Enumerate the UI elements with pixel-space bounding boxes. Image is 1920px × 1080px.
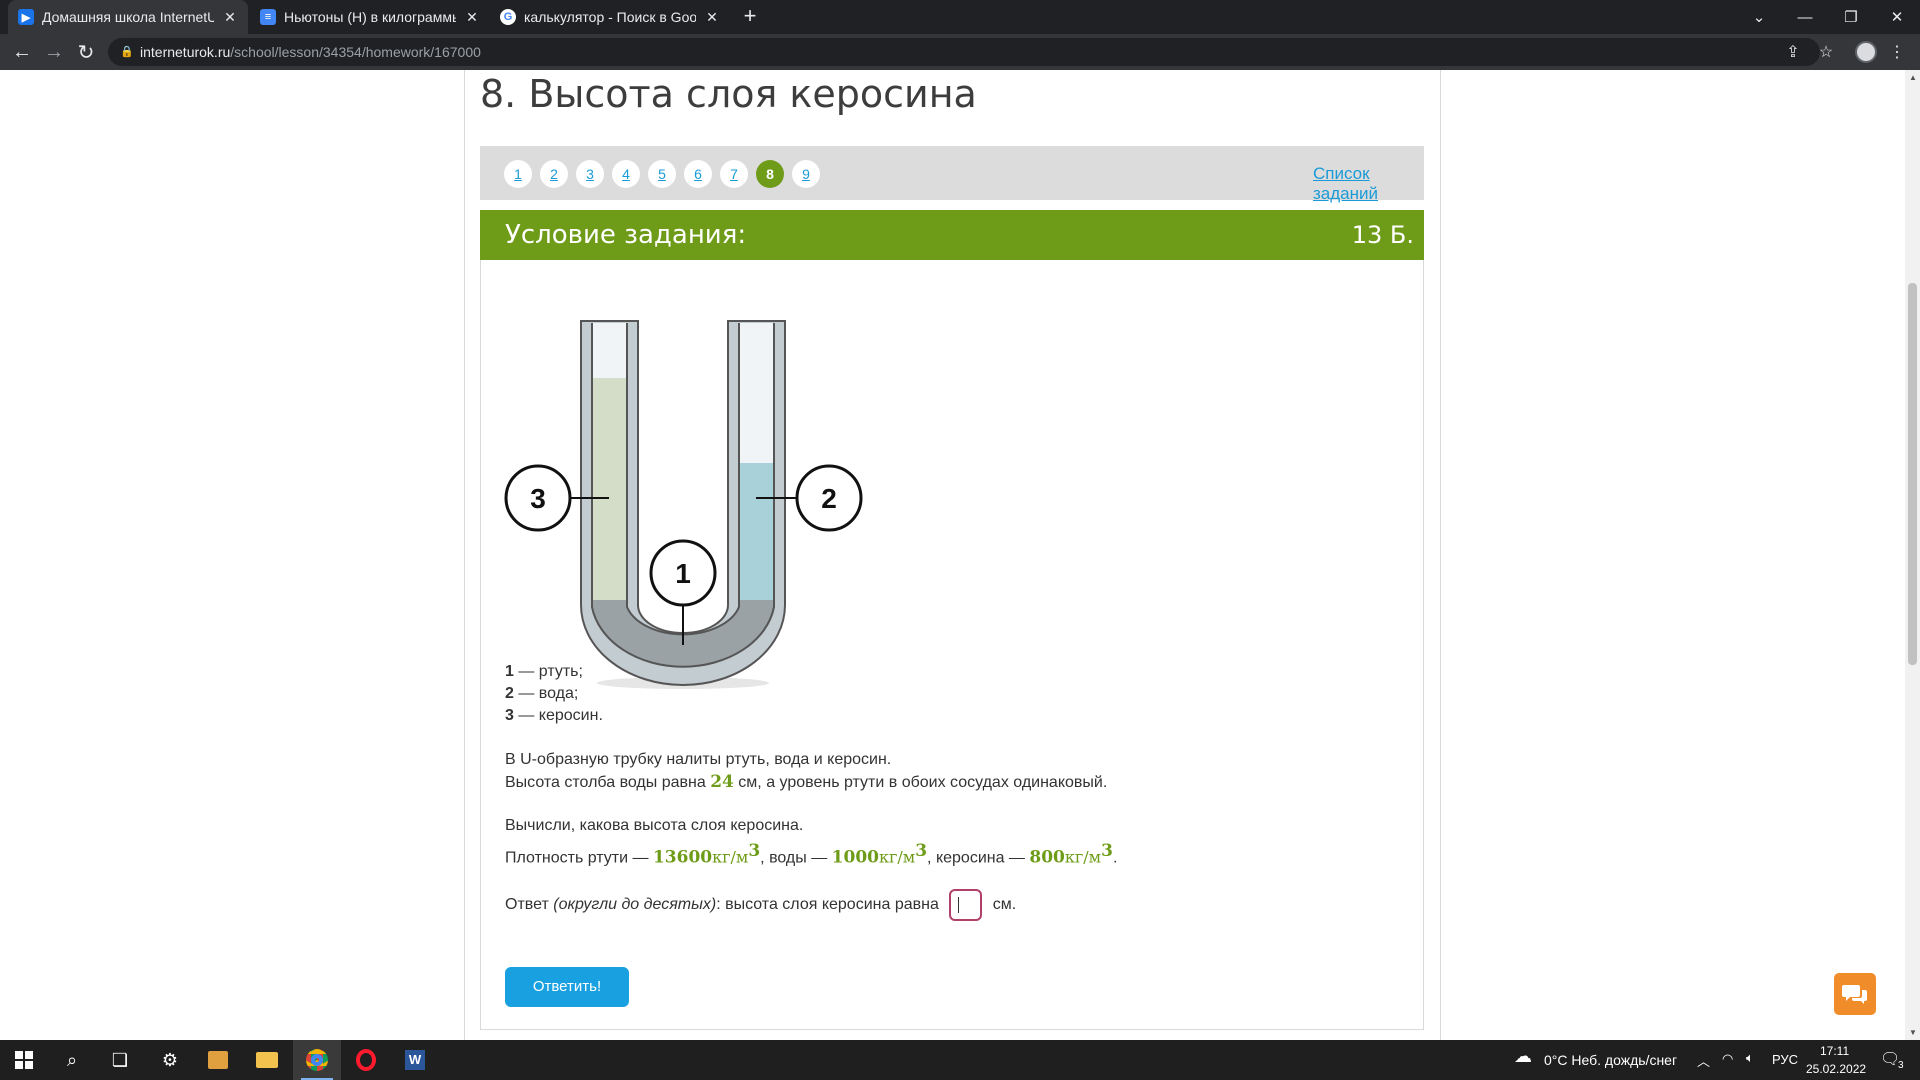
problem-paragraph-2: Вычисли, какова высота слоя керосина. Пл… [505,815,1117,869]
legend-item: 2 — вода; [505,685,579,702]
kerosene-column [592,378,627,600]
kerosene-density: 800 [1029,847,1065,868]
answer-input[interactable] [949,888,983,921]
scroll-up-icon[interactable]: ▲ [1909,73,1917,82]
points-badge: 13 Б. [1351,221,1414,249]
scroll-down-icon[interactable]: ▼ [1909,1028,1917,1037]
browser-tabbar: ▶ Домашняя школа InternetUrok.ru ✕ ≡ Нью… [0,0,1920,34]
profile-avatar[interactable] [1855,41,1877,63]
media-player-icon[interactable] [194,1040,242,1080]
back-icon[interactable]: ← [6,34,38,70]
left-empty [592,323,627,378]
bookmark-star-icon[interactable]: ☆ [1814,40,1838,64]
diagram-label-1: 1 [675,558,691,589]
url-host: interneturok.ru [140,44,231,60]
show-hidden-icons-icon[interactable]: ︿ [1697,1051,1710,1070]
document-favicon-icon: ≡ [260,9,276,25]
problem-text: Высота столба воды равна 24 см, а уровен… [505,772,1108,792]
address-bar[interactable]: 🔒 interneturok.ru/school/lesson/34354/ho… [108,38,1820,66]
clock-date[interactable]: 25.02.2022 [1806,1062,1866,1076]
answer-unit: см. [992,896,1017,913]
browser-tab-newtons[interactable]: ≡ Ньютоны (Н) в килограммы (кг) ✕ [250,0,490,34]
search-icon[interactable]: ⌕ [48,1040,96,1080]
page-scrollbar[interactable]: ▲ ▼ [1905,70,1920,1040]
diagram-label-3: 3 [530,483,546,514]
mercury-density: 13600 [652,847,713,868]
word-icon[interactable]: W [391,1040,439,1080]
close-tab-icon[interactable]: ✕ [222,9,238,26]
forward-icon[interactable]: → [38,34,70,70]
weather-text[interactable]: 0°C Неб. дождь/снег [1544,1052,1677,1068]
page-link-3[interactable]: 3 [576,160,604,188]
page-link-2[interactable]: 2 [540,160,568,188]
browser-toolbar: ← → ↻ 🔒 interneturok.ru/school/lesson/34… [0,34,1920,70]
menu-dots-icon[interactable]: ⋮ [1885,40,1909,64]
clock-time[interactable]: 17:11 [1820,1044,1849,1058]
chat-bubbles-icon [1842,985,1867,1004]
tab-title: Домашняя школа InternetUrok.ru [42,9,214,25]
windows-start-icon[interactable] [0,1040,48,1080]
page-link-5[interactable]: 5 [648,160,676,188]
condition-title: Условие задания: [505,220,747,250]
legend-item: 1 — ртуть; [505,663,583,680]
scroll-thumb[interactable] [1908,283,1917,665]
browser-tab-interneturok[interactable]: ▶ Домашняя школа InternetUrok.ru ✕ [8,0,248,34]
water-density: 1000 [831,847,879,868]
tab-search-chevron-icon[interactable]: ⌄ [1736,0,1782,34]
page-title: 8. Высота слоя керосина [480,72,977,116]
legend: 1 — ртуть; 2 — вода; 3 — керосин. [505,661,603,727]
lock-icon: 🔒 [120,46,134,58]
page-link-4[interactable]: 4 [612,160,640,188]
problem-paragraph-1: В U-образную трубку налиты ртуть, вода и… [505,749,1107,794]
volume-icon[interactable]: 🔈︎ [1746,1050,1754,1066]
page-link-7[interactable]: 7 [720,160,748,188]
close-tab-icon[interactable]: ✕ [704,9,720,26]
new-tab-icon[interactable]: + [737,4,763,30]
settings-gear-icon[interactable]: ⚙ [146,1040,194,1080]
chrome-taskbar-icon[interactable] [293,1040,341,1080]
problem-text: В U-образную трубку налиты ртуть, вода и… [505,751,892,768]
task-view-icon[interactable]: ❏ [96,1040,144,1080]
file-explorer-icon[interactable] [243,1040,291,1080]
share-icon[interactable]: ⇪ [1781,40,1805,64]
page-link-8-current[interactable]: 8 [756,160,784,188]
condition-header: Условие задания: 13 Б. [480,210,1424,260]
interneturok-favicon-icon: ▶ [18,9,34,25]
close-window-icon[interactable]: ✕ [1874,0,1920,34]
density-line: Плотность ртути — 13600кг/м3, воды — 100… [505,841,1118,868]
right-empty [739,323,774,463]
windows-taskbar: ⌕ ❏ ⚙ W ☁ 0°C Неб. дождь/снег ︿ ◠ 🔈︎ РУС… [0,1040,1920,1080]
tab-title: Ньютоны (Н) в килограммы (кг) [284,9,456,25]
task-pager: 1 2 3 4 5 6 7 8 9 Список заданий [480,146,1424,203]
close-tab-icon[interactable]: ✕ [464,9,480,26]
minimize-icon[interactable]: — [1782,0,1828,34]
weather-icon[interactable]: ☁ [1514,1046,1532,1067]
legend-item: 3 — керосин. [505,707,603,724]
page-link-6[interactable]: 6 [684,160,712,188]
restore-icon[interactable]: ❐ [1828,0,1874,34]
language-indicator[interactable]: РУС [1772,1052,1798,1067]
page-link-9[interactable]: 9 [792,160,820,188]
network-icon[interactable]: ◠ [1722,1051,1733,1067]
url-path: /school/lesson/34354/homework/167000 [230,44,481,60]
problem-question: Вычисли, какова высота слоя керосина. [505,817,804,834]
answer-line: Ответ (округли до десятых): высота слоя … [505,888,1016,922]
reload-icon[interactable]: ↻ [70,34,102,70]
notification-count: 3 [1898,1060,1904,1071]
answer-hint: (округли до десятых) [553,896,717,913]
browser-tab-google[interactable]: G калькулятор - Поиск в Google ✕ [490,0,730,34]
page-link-1[interactable]: 1 [504,160,532,188]
diagram-label-2: 2 [821,483,837,514]
opera-icon[interactable] [342,1040,390,1080]
water-column [739,463,774,600]
google-favicon-icon: G [500,9,516,25]
water-height-value: 24 [710,772,734,792]
task-list-link[interactable]: Список заданий [1313,164,1424,204]
submit-answer-button[interactable]: Ответить! [505,967,629,1007]
chat-button[interactable] [1834,973,1876,1015]
tab-title: калькулятор - Поиск в Google [524,9,696,25]
